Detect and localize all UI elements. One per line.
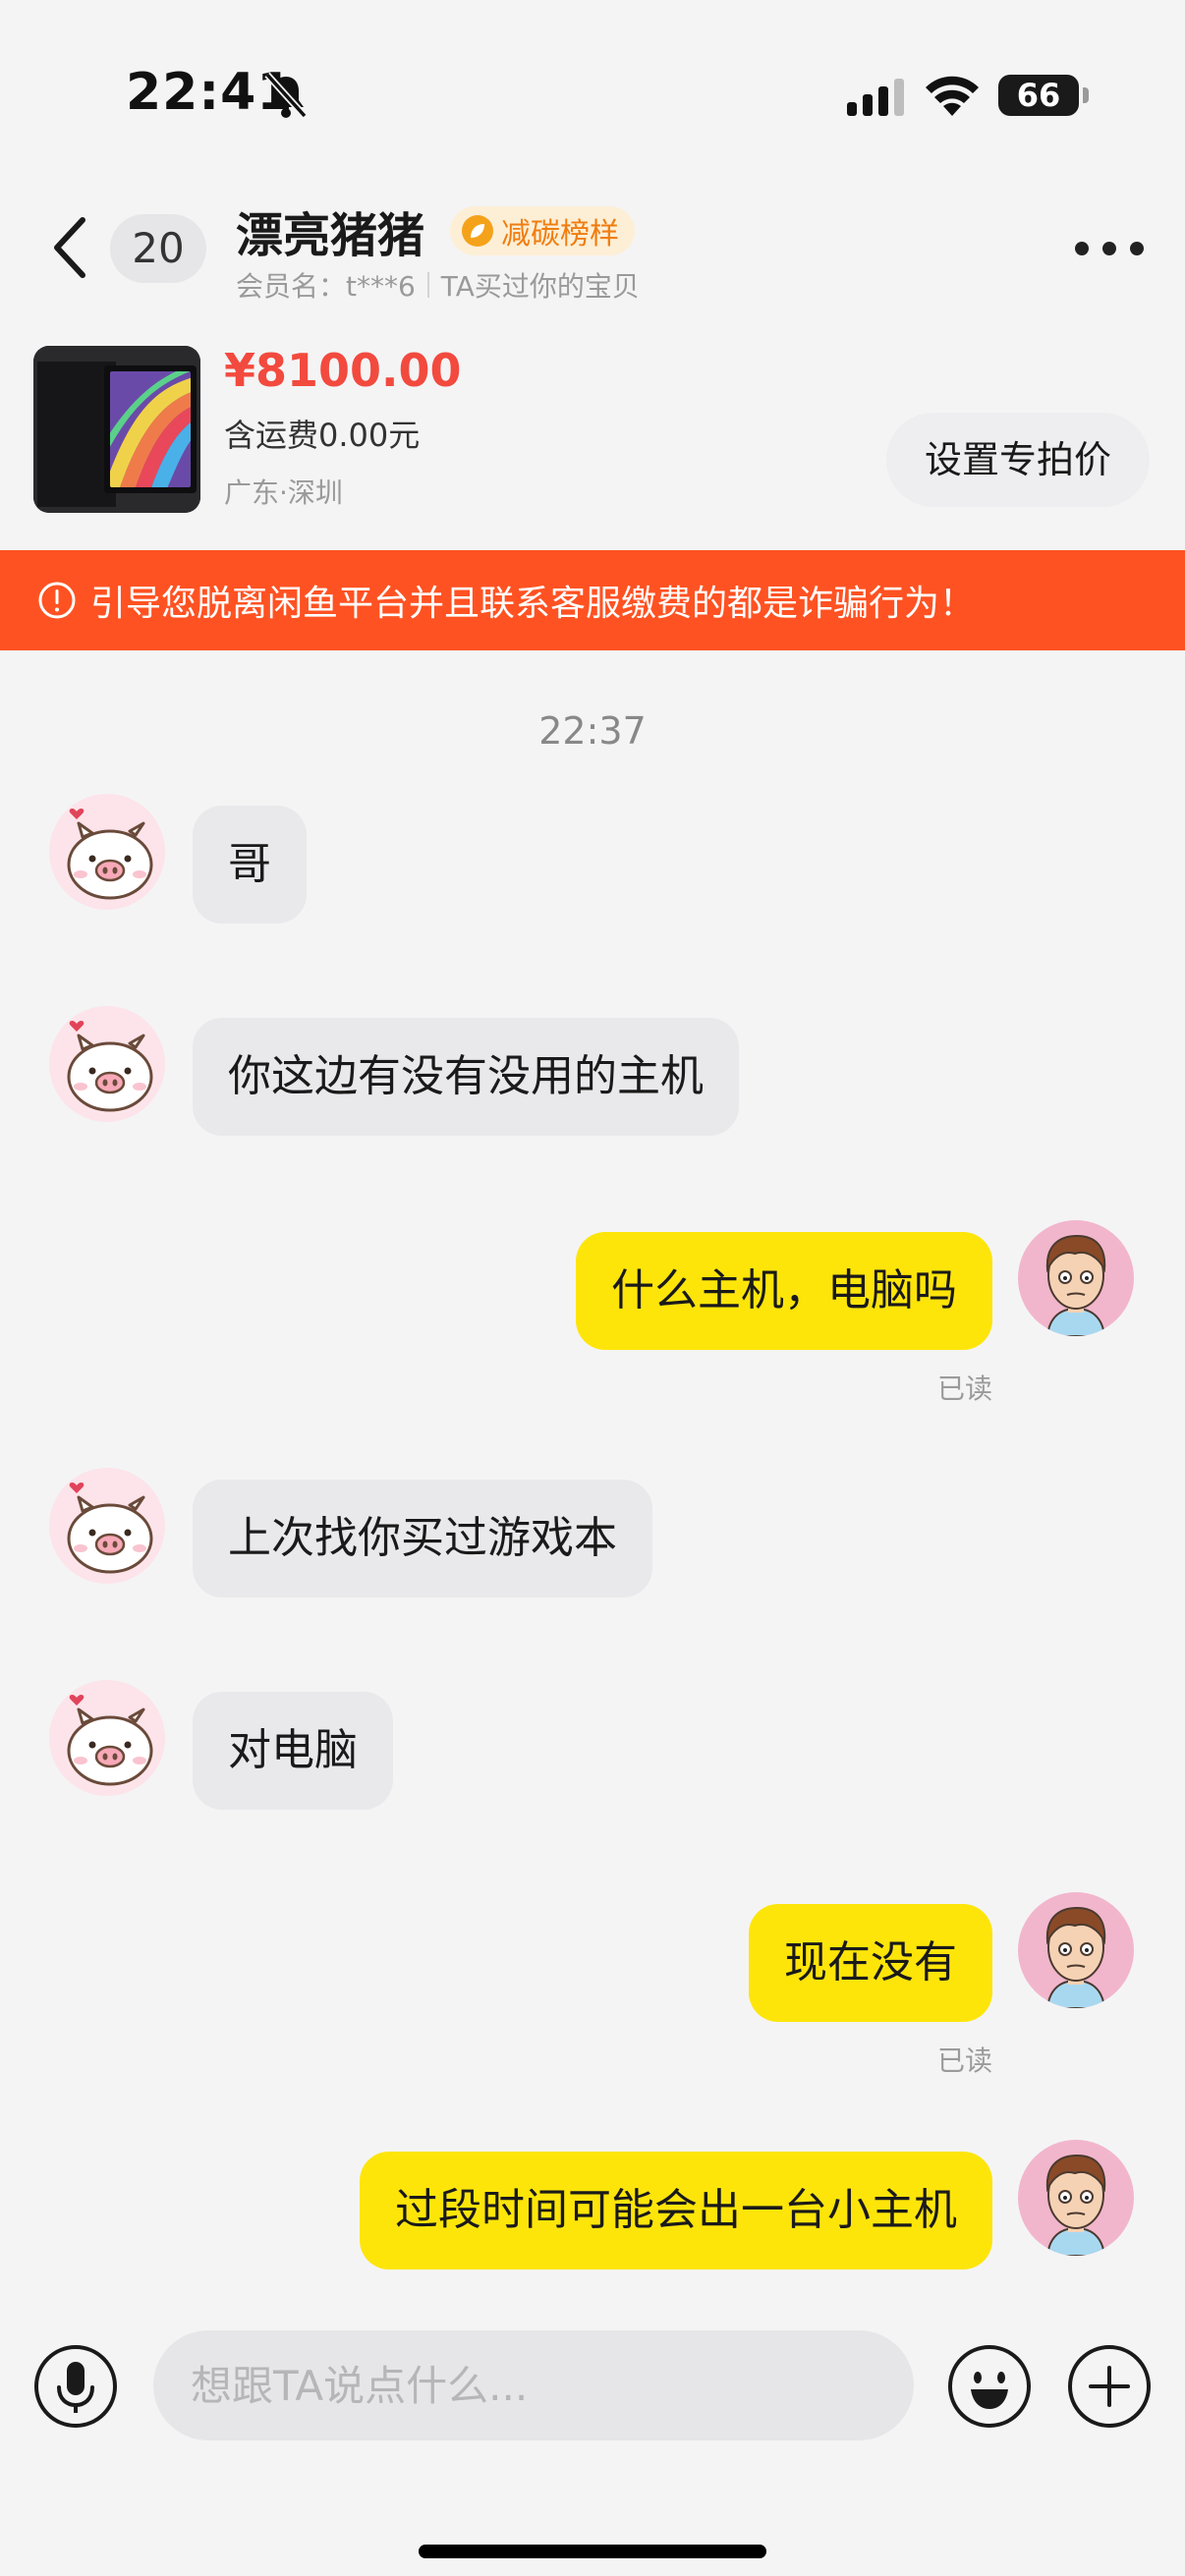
- back-button[interactable]: [43, 210, 96, 285]
- read-status: 已读: [936, 2044, 992, 2077]
- unread-count-badge[interactable]: 20: [110, 214, 206, 283]
- contact-avatar[interactable]: [49, 794, 165, 910]
- more-dots-icon: [1075, 242, 1089, 255]
- set-special-price-button[interactable]: 设置专拍价: [886, 413, 1150, 507]
- more-dot: [1102, 242, 1116, 255]
- my-avatar[interactable]: [1018, 1892, 1134, 2008]
- plus-icon[interactable]: [1067, 2344, 1152, 2429]
- more-options-button[interactable]: [1075, 238, 1144, 259]
- fraud-warning-banner: 引导您脱离闲鱼平台并且联系客服缴费的都是诈骗行为！: [0, 550, 1185, 650]
- cellular-signal-icon: [847, 79, 904, 116]
- relation-label: TA买过你的宝贝: [440, 270, 640, 303]
- leaf-icon: [462, 215, 493, 247]
- carbon-reduction-badge[interactable]: 减碳榜样: [450, 206, 635, 255]
- read-status: 已读: [936, 1372, 992, 1405]
- contact-name[interactable]: 漂亮猪猪: [236, 196, 424, 265]
- member-name: 会员名：t***6: [236, 270, 416, 303]
- my-avatar[interactable]: [1018, 1220, 1134, 1336]
- product-image: [33, 346, 200, 513]
- bell-off-icon: [264, 72, 308, 119]
- home-indicator[interactable]: [419, 2545, 766, 2558]
- contact-avatar[interactable]: [49, 1006, 165, 1122]
- message-input[interactable]: [153, 2330, 914, 2440]
- more-dot: [1130, 242, 1144, 255]
- product-shipping: 含运费0.00元: [224, 417, 421, 454]
- message-bubble-incoming[interactable]: 上次找你买过游戏本: [193, 1480, 652, 1597]
- status-bar: 22:41 66: [0, 0, 1185, 138]
- wifi-icon: [926, 76, 979, 116]
- message-bubble-outgoing[interactable]: 过段时间可能会出一台小主机: [360, 2152, 992, 2269]
- message-bubble-incoming[interactable]: 哥: [193, 806, 307, 924]
- chat-timestamp: 22:37: [538, 709, 647, 753]
- product-thumbnail[interactable]: [33, 346, 200, 513]
- battery-indicator: 66: [998, 75, 1089, 116]
- contact-subinfo: 会员名：t***6 TA买过你的宝贝: [236, 265, 640, 305]
- microphone-icon[interactable]: [33, 2344, 118, 2429]
- badge-label: 减碳榜样: [501, 217, 619, 252]
- contact-avatar[interactable]: [49, 1468, 165, 1584]
- divider: [426, 272, 429, 298]
- product-price: ¥8100.00: [224, 344, 462, 397]
- message-bubble-outgoing[interactable]: 什么主机，电脑吗: [576, 1232, 992, 1350]
- contact-avatar[interactable]: [49, 1680, 165, 1796]
- message-bubble-incoming[interactable]: 对电脑: [193, 1692, 393, 1810]
- message-bubble-incoming[interactable]: 你这边有没有没用的主机: [193, 1018, 739, 1136]
- smiley-icon[interactable]: [947, 2344, 1032, 2429]
- exclamation-circle-icon: [38, 582, 76, 619]
- warning-text: 引导您脱离闲鱼平台并且联系客服缴费的都是诈骗行为！: [90, 584, 976, 624]
- product-location: 广东·深圳: [224, 476, 343, 509]
- my-avatar[interactable]: [1018, 2140, 1134, 2256]
- message-bubble-outgoing[interactable]: 现在没有: [749, 1904, 992, 2022]
